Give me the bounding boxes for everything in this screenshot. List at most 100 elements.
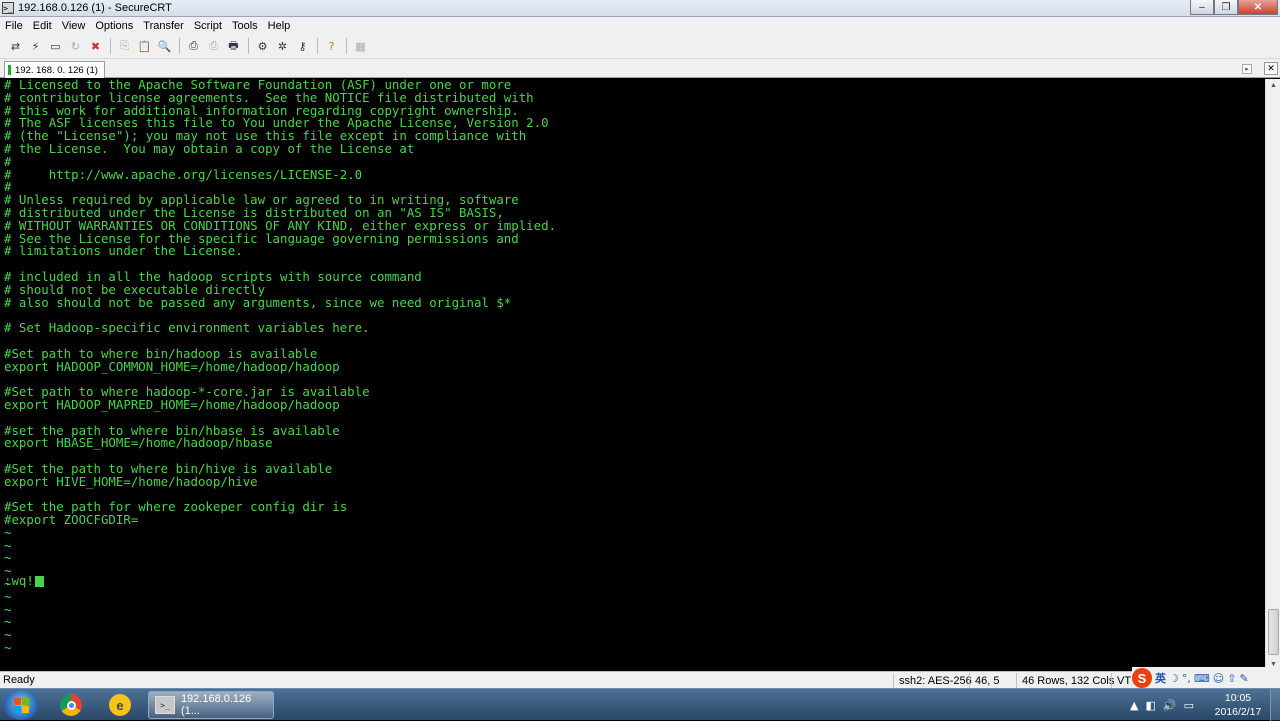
find-icon[interactable]: 🔍 xyxy=(155,37,174,55)
print-icon[interactable]: ⎙ xyxy=(184,37,203,55)
terminal-line: # the License. You may obtain a copy of … xyxy=(4,140,415,156)
window-controls: ‒ ❐ ✕ xyxy=(1190,0,1278,15)
ime-language-toggle[interactable]: 英 xyxy=(1155,670,1166,686)
menu-file[interactable]: File xyxy=(0,20,28,32)
terminal-line: ~ xyxy=(4,627,12,643)
ime-punctuation-icon[interactable]: °, xyxy=(1182,672,1191,685)
terminal-line: ~ xyxy=(4,576,12,592)
close-button[interactable]: ✕ xyxy=(1238,0,1278,15)
taskbar-securecrt-button[interactable]: >_ 192.168.0.126 (1... xyxy=(148,691,274,719)
uc-logo-icon: e xyxy=(109,694,131,716)
copy-icon[interactable]: ⎘ xyxy=(115,37,134,55)
toolbar-separator xyxy=(248,38,249,54)
disconnect-icon[interactable]: ✖ xyxy=(86,37,105,55)
tray-network-icon[interactable]: ◧ xyxy=(1145,699,1155,712)
clock-time: 10:05 xyxy=(1224,692,1252,704)
status-cursor-position: 46, 5 xyxy=(969,673,1004,688)
connect-icon[interactable]: ⇄ xyxy=(6,37,25,55)
menu-help[interactable]: Help xyxy=(263,20,296,32)
terminal-line: export HIVE_HOME=/home/hadoop/hive xyxy=(4,473,258,489)
show-desktop-button[interactable] xyxy=(1270,689,1280,721)
connected-indicator-icon xyxy=(8,65,11,75)
vim-command-line[interactable]: :wq! xyxy=(4,573,44,588)
ime-tools-icon[interactable]: ✎ xyxy=(1239,672,1248,685)
window-title: 192.168.0.126 (1) - SecureCRT xyxy=(18,2,172,14)
securecrt-task-icon: >_ xyxy=(155,696,175,714)
tray-volume-icon[interactable]: 🔊 xyxy=(1163,699,1177,712)
toolbar: ⇄ ⚡ ▭ ↻ ✖ ⎘ 📋 🔍 ⎙ ⎙ 🖶 ⚙ ✲ ⚷ ? ▦ xyxy=(0,34,1280,59)
vim-command: :wq! xyxy=(4,573,34,588)
toolbar-separator xyxy=(317,38,318,54)
terminal-line: # also should not be passed any argument… xyxy=(4,294,512,310)
ime-upload-icon[interactable]: ⇧ xyxy=(1227,672,1236,685)
menu-transfer[interactable]: Transfer xyxy=(138,20,189,32)
taskbar-task-label: 192.168.0.126 (1... xyxy=(180,693,252,717)
start-button[interactable] xyxy=(3,690,39,720)
print-selection-icon[interactable]: ⎙ xyxy=(204,37,223,55)
scroll-up-arrow-icon[interactable]: ▲ xyxy=(1267,79,1280,92)
taskbar-clock[interactable]: 10:05 2016/2/17 xyxy=(1208,691,1268,719)
tab-label: 192. 168. 0. 126 (1) xyxy=(15,64,98,76)
terminal-line: ~ xyxy=(4,524,12,540)
terminal-view[interactable]: # Licensed to the Apache Software Founda… xyxy=(0,79,1265,671)
sogou-ime-icon[interactable]: S xyxy=(1132,668,1152,688)
toolbar-separator xyxy=(346,38,347,54)
status-terminal-size: 46 Rows, 132 Cols xyxy=(1016,673,1119,688)
print-setup-icon[interactable]: 🖶 xyxy=(224,37,243,55)
taskbar: e >_ 192.168.0.126 (1... ▲ ◧ 🔊 ▭ 10:05 2… xyxy=(0,688,1280,721)
ime-skin-icon[interactable]: ☺ xyxy=(1213,672,1224,685)
tab-close-button[interactable]: ✕ xyxy=(1264,62,1278,75)
menu-script[interactable]: Script xyxy=(189,20,227,32)
terminal-line: # Set Hadoop-specific environment variab… xyxy=(4,320,370,336)
scroll-thumb[interactable] xyxy=(1268,609,1279,655)
paste-icon[interactable]: 📋 xyxy=(135,37,154,55)
terminal-line: # limitations under the License. xyxy=(4,243,243,259)
terminal-line: export HBASE_HOME=/home/hadoop/hbase xyxy=(4,435,273,451)
terminal-line: export HADOOP_MAPRED_HOME=/home/hadoop/h… xyxy=(4,396,340,412)
uc-browser-taskbar-icon[interactable]: e xyxy=(98,691,142,719)
menu-edit[interactable]: Edit xyxy=(28,20,57,32)
menu-options[interactable]: Options xyxy=(90,20,138,32)
session-options-icon[interactable]: ⚙ xyxy=(253,37,272,55)
status-ready: Ready xyxy=(3,674,35,686)
terminal-line: ~ xyxy=(4,640,12,656)
windows-logo-icon xyxy=(13,697,29,713)
maximize-button[interactable]: ❐ xyxy=(1214,0,1238,15)
terminal-cursor xyxy=(34,575,44,587)
terminal-line: #Set the path for where zookeper config … xyxy=(4,499,348,515)
quick-connect-icon[interactable]: ⚡ xyxy=(26,37,45,55)
ime-keyboard-icon[interactable]: ⌨ xyxy=(1194,672,1210,685)
securecrt-app-icon[interactable]: >_ xyxy=(2,2,14,14)
clock-date: 2016/2/17 xyxy=(1214,706,1262,718)
ime-moon-icon[interactable]: ☽ xyxy=(1169,672,1179,685)
connect-tab-icon[interactable]: ▭ xyxy=(46,37,65,55)
status-bar: Ready ssh2: AES-256 46, 5 46 Rows, 132 C… xyxy=(0,671,1280,688)
status-cipher: ssh2: AES-256 xyxy=(893,673,977,688)
system-tray: ▲ ◧ 🔊 ▭ xyxy=(1130,689,1194,721)
terminal-line: ~ xyxy=(4,601,12,617)
tab-window-icon[interactable]: ▦ xyxy=(351,37,370,55)
tab-scroll-button[interactable]: ▸ xyxy=(1242,64,1252,74)
menu-view[interactable]: View xyxy=(57,20,91,32)
chrome-taskbar-icon[interactable] xyxy=(49,691,93,719)
menu-tools[interactable]: Tools xyxy=(227,20,263,32)
terminal-line: ~ xyxy=(4,588,12,604)
reconnect-icon[interactable]: ↻ xyxy=(66,37,85,55)
global-options-icon[interactable]: ✲ xyxy=(273,37,292,55)
menu-bar: File Edit View Options Transfer Script T… xyxy=(0,17,1280,34)
title-bar[interactable]: >_ 192.168.0.126 (1) - SecureCRT ‒ ❐ ✕ xyxy=(0,0,1280,17)
minimize-button[interactable]: ‒ xyxy=(1190,0,1214,15)
terminal-line: ~ xyxy=(4,563,12,579)
chrome-logo-icon xyxy=(60,694,82,716)
help-icon[interactable]: ? xyxy=(322,37,341,55)
terminal-line: ~ xyxy=(4,614,12,630)
terminal-output: # Licensed to the Apache Software Founda… xyxy=(4,79,1265,655)
terminal-line: ~ xyxy=(4,537,12,553)
toolbar-separator xyxy=(179,38,180,54)
vertical-scrollbar[interactable]: ▲ ▼ xyxy=(1265,79,1280,671)
tray-show-hidden-icon[interactable]: ▲ xyxy=(1130,699,1138,712)
ime-toolbar: S 英 ☽ °, ⌨ ☺ ⇧ ✎ xyxy=(1132,667,1280,689)
tray-action-center-icon[interactable]: ▭ xyxy=(1184,699,1194,712)
keymap-icon[interactable]: ⚷ xyxy=(293,37,312,55)
tab-session[interactable]: 192. 168. 0. 126 (1) xyxy=(4,61,105,78)
